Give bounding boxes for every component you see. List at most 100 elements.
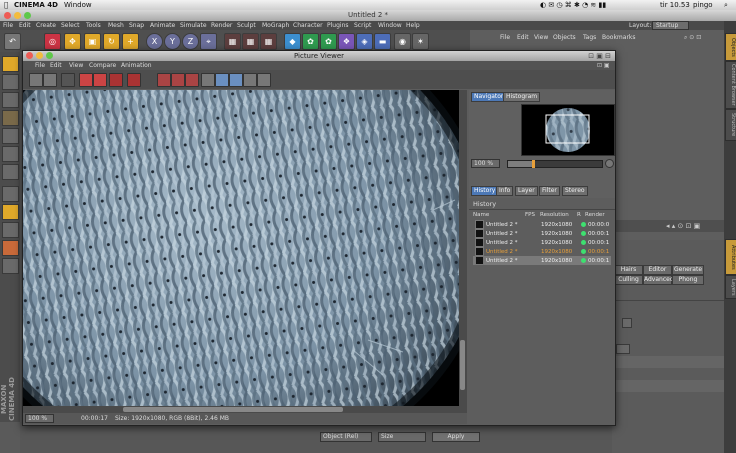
navigator-settings-icon[interactable]	[605, 159, 614, 168]
lock-workplane-icon[interactable]	[2, 240, 19, 256]
render-start-icon[interactable]	[79, 73, 93, 87]
vertical-scrollbar[interactable]	[459, 90, 467, 406]
film-icon[interactable]	[157, 73, 171, 87]
vertical-scroll-thumb[interactable]	[460, 340, 465, 390]
tab-attributes[interactable]: Attributes	[725, 239, 736, 275]
add-icon[interactable]: +	[122, 33, 139, 50]
history-row[interactable]: Untitled 2 * 1920x1080 00:00:1	[473, 238, 611, 247]
array-icon[interactable]: ✿	[320, 33, 337, 50]
om-search-icon[interactable]: ⌕ ⊙ ⊡	[684, 33, 701, 43]
history-row[interactable]: Untitled 2 * 1920x1080 00:00:1	[473, 256, 612, 265]
navigator-thumbnail[interactable]	[521, 104, 615, 156]
film3-icon[interactable]	[185, 73, 199, 87]
apple-icon[interactable]: 	[4, 0, 8, 10]
om-menu-view[interactable]: View	[534, 33, 548, 43]
render-pv-icon[interactable]: ▦	[242, 33, 259, 50]
window-menu[interactable]: Window	[64, 0, 92, 10]
pv-menu-compare[interactable]: Compare	[89, 61, 116, 70]
channel-icon[interactable]	[243, 73, 257, 87]
attr-tab-generate[interactable]: Generate	[672, 265, 704, 275]
attr-tab-phong[interactable]: Phong	[672, 275, 704, 285]
layout-select[interactable]: Startup	[652, 21, 690, 30]
history-row[interactable]: Untitled 2 * 1920x1080 00:00:1	[473, 247, 611, 256]
attr-tab-culling[interactable]: Culling	[614, 275, 643, 285]
pv-menu-view[interactable]: View	[69, 61, 83, 70]
tab-objects[interactable]: Objects	[725, 33, 736, 61]
pv-menu-edit[interactable]: Edit	[50, 61, 62, 70]
zoom-select[interactable]: 100 %	[25, 414, 55, 423]
floor-icon[interactable]: ▬	[374, 33, 391, 50]
menu-create[interactable]: Create	[36, 21, 56, 30]
navigator-zoom-select[interactable]: 100 %	[471, 159, 501, 168]
menu-edit[interactable]: Edit	[19, 21, 31, 30]
object-mode-select[interactable]: Object (Rel)	[320, 432, 372, 442]
attr-tab-hairs[interactable]: Hairs	[614, 265, 643, 275]
menu-snap[interactable]: Snap	[129, 21, 144, 30]
attribute-nav-icons[interactable]: ◂ ▴ ⊙ ⊡ ▣	[666, 222, 700, 230]
render-view-icon[interactable]: ▦	[224, 33, 241, 50]
model-mode-icon[interactable]	[2, 74, 19, 90]
apply-button[interactable]: Apply	[432, 432, 480, 442]
tab-content-browser[interactable]: Content Browser	[725, 61, 736, 109]
pv-menu-icons[interactable]: ⊡ ▣	[597, 61, 610, 70]
om-menu-bookmarks[interactable]: Bookmarks	[602, 33, 636, 43]
subdivision-icon[interactable]: ✿	[302, 33, 319, 50]
tab-layer[interactable]: Layer	[515, 186, 538, 196]
pv-minimize-icon[interactable]	[36, 52, 43, 59]
render-again-icon[interactable]	[127, 73, 141, 87]
menu-mograph[interactable]: MoGraph	[262, 21, 289, 30]
menu-simulate[interactable]: Simulate	[180, 21, 207, 30]
col-r[interactable]: R	[577, 212, 581, 218]
om-menu-edit[interactable]: Edit	[517, 33, 529, 43]
size-mode-select[interactable]: Size	[378, 432, 426, 442]
col-fps[interactable]: FPS	[525, 212, 535, 218]
light-icon[interactable]: ✶	[412, 33, 429, 50]
minimize-icon[interactable]	[14, 12, 21, 19]
render-image[interactable]	[23, 90, 459, 406]
points-mode-icon[interactable]	[2, 128, 19, 144]
render-settings-icon[interactable]: ▦	[260, 33, 277, 50]
app-menu[interactable]: CINEMA 4D	[14, 0, 58, 10]
pv-window-controls-icon[interactable]: ⊡ ▣ ⊟	[588, 51, 611, 61]
menu-mesh[interactable]: Mesh	[108, 21, 124, 30]
pv-menu-animation[interactable]: Animation	[121, 61, 152, 70]
z-axis-button[interactable]: Z	[182, 33, 199, 50]
col-render[interactable]: Render	[585, 212, 605, 218]
deformer-icon[interactable]: ❖	[338, 33, 355, 50]
tab-filter[interactable]: Filter	[539, 186, 560, 196]
om-menu-tags[interactable]: Tags	[583, 33, 596, 43]
pv-close-icon[interactable]	[26, 52, 33, 59]
grid-icon[interactable]	[229, 73, 243, 87]
horizontal-scrollbar[interactable]	[23, 406, 467, 413]
col-resolution[interactable]: Resolution	[540, 212, 569, 218]
navigator-zoom-slider[interactable]	[507, 160, 603, 168]
close-icon[interactable]	[4, 12, 11, 19]
ab-compare-icon[interactable]	[201, 73, 215, 87]
user-name[interactable]: pingo	[693, 0, 713, 10]
menu-help[interactable]: Help	[406, 21, 420, 30]
menu-animate[interactable]: Animate	[150, 21, 175, 30]
menu-window[interactable]: Window	[378, 21, 402, 30]
menu-render[interactable]: Render	[211, 21, 232, 30]
col-name[interactable]: Name	[473, 212, 489, 218]
om-menu-file[interactable]: File	[500, 33, 510, 43]
tab-structure[interactable]: Structure	[725, 109, 736, 141]
open-icon[interactable]	[29, 73, 43, 87]
planar-workplane-icon[interactable]	[2, 258, 19, 274]
pv-menu-file[interactable]: File	[35, 61, 45, 70]
attr-tab-advanced[interactable]: Advanced	[643, 275, 674, 285]
attr-tab-editor[interactable]: Editor	[643, 265, 672, 275]
menu-tools[interactable]: Tools	[86, 21, 101, 30]
horizontal-scroll-thumb[interactable]	[123, 407, 343, 412]
polygons-mode-icon[interactable]	[2, 164, 19, 180]
menu-select[interactable]: Select	[61, 21, 80, 30]
camera-icon[interactable]: ◉	[394, 33, 411, 50]
history-row[interactable]: Untitled 2 * 1920x1080 00:00:0	[473, 220, 611, 229]
scale-icon[interactable]: ▣	[84, 33, 101, 50]
menu-script[interactable]: Script	[354, 21, 371, 30]
y-axis-button[interactable]: Y	[164, 33, 181, 50]
tab-info[interactable]: Info	[496, 186, 514, 196]
pv-zoom-icon[interactable]	[46, 52, 53, 59]
zoom-slider-handle[interactable]	[532, 160, 535, 168]
scene-icon[interactable]: ◈	[356, 33, 373, 50]
